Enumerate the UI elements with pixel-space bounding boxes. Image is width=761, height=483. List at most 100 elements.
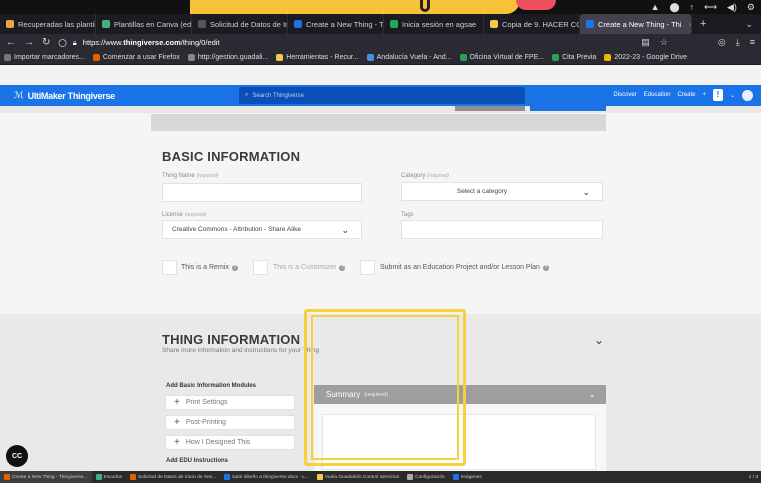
bookmark-label: Andalucía Vuela - And... bbox=[376, 54, 452, 61]
bookmark-favicon-icon bbox=[604, 54, 612, 61]
browser-tab[interactable]: Plantillas en Canva (edit× bbox=[96, 14, 192, 34]
taskbar-item-label: Imágenes bbox=[460, 474, 482, 480]
thingiverse-logo[interactable]: ℳ UltiMaker Thingiverse bbox=[14, 90, 115, 101]
logo-text: UltiMaker Thingiverse bbox=[27, 90, 116, 101]
browser-tab[interactable]: Create a New Thing - Thi× bbox=[288, 14, 384, 34]
bookmark-item[interactable]: http://gestion.guadali... bbox=[187, 54, 269, 61]
remix-checkbox[interactable] bbox=[162, 260, 177, 275]
taskbar-app-icon bbox=[407, 474, 414, 480]
forward-arrow-icon[interactable]: → bbox=[24, 37, 34, 48]
tray-icon[interactable]: ⚙ bbox=[747, 2, 755, 12]
url-host: thingiverse.com bbox=[123, 38, 181, 47]
browser-tab[interactable]: Copia de 9. HACER COPI× bbox=[484, 14, 580, 34]
bookmark-item[interactable]: Herramientas - Recur... bbox=[276, 54, 359, 61]
help-icon[interactable]: ? bbox=[339, 264, 346, 271]
bookmark-label: http://gestion.guadali... bbox=[197, 54, 269, 61]
preview-button[interactable] bbox=[455, 106, 525, 111]
taskbar-item[interactable]: Solicitud de Datos de Inicio de Ses... bbox=[126, 471, 220, 483]
search-input[interactable]: ⌕ Search Thingiverse bbox=[239, 87, 525, 104]
menu-icon[interactable]: ≡ bbox=[750, 37, 755, 48]
tray-icon[interactable]: ↑ bbox=[690, 2, 695, 12]
license-select-value: Creative Commons - Attribution - Share A… bbox=[172, 226, 301, 233]
bookmark-item[interactable]: Cita Previa bbox=[552, 54, 596, 61]
plus-icon[interactable]: + bbox=[702, 92, 706, 98]
tab-list-chevron-icon[interactable]: ⌄ bbox=[737, 14, 761, 34]
bookmark-label: Oficina Virtual de FPE... bbox=[469, 54, 545, 61]
taskbar-app-icon bbox=[224, 474, 231, 480]
customizer-checkbox[interactable] bbox=[253, 260, 268, 275]
bookmark-favicon-icon bbox=[552, 54, 560, 61]
avatar[interactable] bbox=[742, 89, 753, 101]
tab-favicon-icon bbox=[198, 20, 206, 28]
tray-icon[interactable]: ⬤ bbox=[670, 2, 680, 12]
nav-create[interactable]: Create bbox=[677, 92, 695, 98]
download-icon[interactable]: ⤓ bbox=[736, 37, 740, 48]
taskbar-item[interactable]: Create a New Thing - Thingiverse... bbox=[0, 471, 92, 483]
taskbar-item[interactable]: subir diseño a thingiverse.docx - L... bbox=[220, 471, 313, 483]
os-top-bar: ▲ ⬤ ↑ ⟷ ◀) ⚙ bbox=[0, 0, 761, 14]
license-select[interactable]: Creative Commons - Attribution - Share A… bbox=[162, 220, 362, 239]
help-icon[interactable]: ? bbox=[542, 264, 549, 271]
nav-discover[interactable]: Discover bbox=[613, 92, 636, 98]
help-icon[interactable]: ? bbox=[231, 264, 238, 271]
taskbar-item[interactable]: Escudos bbox=[92, 471, 126, 483]
tab-label: Recuperadas las plantilla bbox=[18, 19, 96, 29]
url-path: /thing/0/edit bbox=[180, 38, 220, 47]
taskbar-app-icon bbox=[129, 474, 136, 480]
education-checkbox[interactable] bbox=[360, 260, 375, 275]
bookmark-item[interactable]: Comenzar a usar Firefox bbox=[92, 54, 180, 61]
system-tray: ▲ ⬤ ↑ ⟷ ◀) ⚙ bbox=[651, 2, 755, 12]
bookmark-item[interactable]: Oficina Virtual de FPE... bbox=[459, 54, 545, 61]
reload-icon[interactable]: ↻ bbox=[42, 37, 50, 48]
taskbar-item-label: Configuración bbox=[415, 474, 445, 480]
closed-captions-button[interactable]: CC bbox=[6, 445, 28, 467]
back-arrow-icon[interactable]: ← bbox=[6, 37, 16, 48]
tray-icon[interactable]: ▲ bbox=[651, 2, 660, 12]
scrolled-top-strip bbox=[0, 106, 761, 113]
category-select[interactable]: Select a category ⌄ bbox=[401, 182, 603, 201]
browser-tab[interactable]: Recuperadas las plantilla× bbox=[0, 14, 96, 34]
bookmark-item[interactable]: Andalucía Vuela - And... bbox=[366, 54, 452, 61]
browser-tab[interactable]: Solicitud de Datos de Inicio× bbox=[192, 14, 288, 34]
tags-label: Tags bbox=[401, 212, 414, 218]
pocket-icon[interactable]: ◎ bbox=[718, 37, 726, 48]
add-post-printing-button[interactable]: + Post-Printing bbox=[165, 415, 295, 430]
education-label: Submit as an Education Project and/or Le… bbox=[380, 264, 549, 271]
taskbar-item[interactable]: Imágenes bbox=[449, 471, 486, 483]
tags-input[interactable] bbox=[401, 220, 603, 239]
reader-view-icon[interactable]: ▤ bbox=[641, 37, 650, 48]
taskbar-app-icon bbox=[316, 474, 323, 480]
tab-favicon-icon bbox=[6, 20, 14, 28]
ultimaker-logo-icon: ℳ bbox=[14, 90, 24, 100]
nav-education[interactable]: Education bbox=[644, 92, 671, 98]
bookmark-item[interactable]: 2022-23 - Google Drive bbox=[604, 54, 687, 61]
add-print-settings-button[interactable]: + Print Settings bbox=[165, 395, 295, 410]
tray-icon[interactable]: ◀) bbox=[727, 2, 737, 12]
tab-favicon-icon bbox=[586, 20, 594, 28]
chevron-down-icon[interactable]: ⌄ bbox=[730, 92, 735, 99]
new-tab-button[interactable]: + bbox=[692, 14, 714, 34]
bookmark-favicon-icon bbox=[276, 54, 284, 61]
browser-tab-bar: Recuperadas las plantilla×Plantillas en … bbox=[0, 14, 761, 34]
taskbar-item[interactable]: Configuración bbox=[403, 471, 449, 483]
tab-favicon-icon bbox=[102, 20, 110, 28]
taskbar-item[interactable]: Vuela Guadalinfo Control Servicios bbox=[313, 471, 403, 483]
address-bar[interactable]: ◯ 🔒︎ https://www.thingiverse.com/thing/0… bbox=[58, 38, 219, 48]
tab-label: Solicitud de Datos de Inicio bbox=[210, 19, 287, 29]
bookmark-favicon-icon bbox=[4, 54, 11, 61]
notification-bell-icon[interactable]: ! bbox=[712, 89, 723, 101]
chevron-down-icon[interactable]: ⌄ bbox=[594, 333, 604, 347]
plus-icon: + bbox=[174, 417, 180, 428]
thing-name-input[interactable] bbox=[162, 183, 362, 202]
browser-tab[interactable]: Create a New Thing - Thi× bbox=[580, 14, 692, 34]
bookmark-star-icon[interactable]: ☆ bbox=[660, 37, 668, 48]
video-overlay-banner bbox=[190, 0, 556, 14]
bookmark-item[interactable]: Importar marcadores... bbox=[4, 54, 85, 61]
browser-tab[interactable]: Inicia sesión en agsae× bbox=[384, 14, 484, 34]
tray-icon[interactable]: ⟷ bbox=[704, 2, 717, 12]
bookmark-favicon-icon bbox=[187, 54, 195, 61]
customizer-label: This is a Customizer? bbox=[273, 264, 346, 271]
publish-button[interactable] bbox=[530, 106, 606, 111]
add-how-i-designed-button[interactable]: + How I Designed This bbox=[165, 435, 295, 450]
chevron-down-icon: ⌄ bbox=[582, 187, 590, 197]
